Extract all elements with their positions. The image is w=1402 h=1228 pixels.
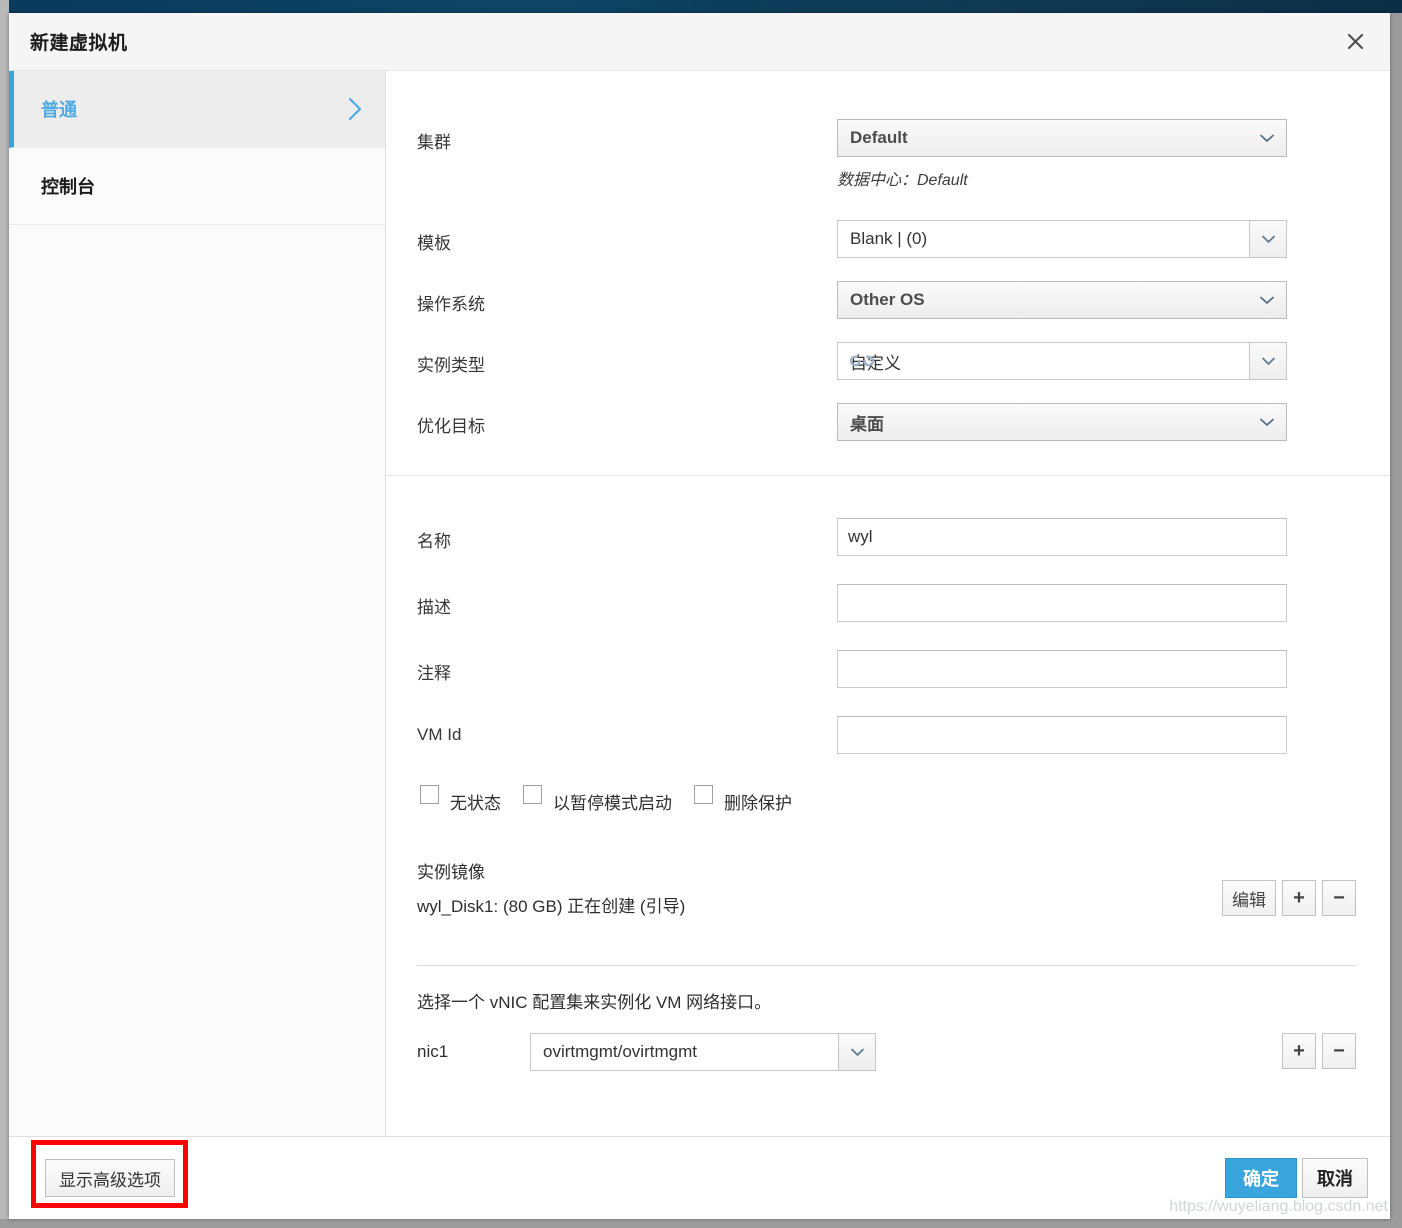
- checkbox-stateless-box[interactable]: [420, 785, 439, 804]
- field-instance-type: 实例类型 自定义: [417, 342, 1356, 380]
- remove-nic-button[interactable]: −: [1322, 1033, 1356, 1069]
- operating-system-select-value: Other OS: [850, 290, 925, 309]
- sidebar-item-general-label: 普通: [41, 100, 77, 120]
- instance-images-disk: wyl_Disk1: (80 GB) 正在创建 (引导): [417, 897, 686, 916]
- name-label: 名称: [417, 532, 451, 551]
- cancel-button[interactable]: 取消: [1302, 1158, 1368, 1198]
- dialog-header: 新建虚拟机: [9, 13, 1390, 71]
- sidebar: 普通 控制台: [9, 71, 386, 1136]
- field-cluster: 集群 Default 数据中心：Default: [417, 119, 1356, 190]
- dialog-footer: 显示高级选项 确定 取消: [9, 1137, 1390, 1219]
- footer-actions: 确定 取消: [1225, 1158, 1368, 1198]
- form-section-identity: 名称 描述 注释: [386, 475, 1390, 1071]
- chevron-down-icon: [838, 1034, 875, 1070]
- chevron-down-icon: [1249, 343, 1286, 379]
- field-vm-id: VM Id: [417, 716, 1356, 754]
- field-comment: 注释: [417, 650, 1356, 688]
- instance-images-block: 实例镜像 wyl_Disk1: (80 GB) 正在创建 (引导) 编辑 + −: [417, 858, 1356, 917]
- checkbox-stateless[interactable]: 无状态: [420, 785, 501, 814]
- background-bottom-edge: [0, 1219, 1402, 1228]
- instance-type-label: 实例类型: [417, 356, 485, 375]
- cluster-datacenter-hint: 数据中心：Default: [837, 172, 968, 189]
- instance-type-select-value: 自定义: [838, 343, 1249, 379]
- field-optimized-for: 优化目标 桌面: [417, 403, 1356, 441]
- nic-row: nic1 ovirtmgmt/ovirtmgmt + −: [417, 1033, 1356, 1071]
- add-disk-button[interactable]: +: [1282, 880, 1316, 916]
- chevron-down-icon: [1260, 128, 1274, 148]
- close-icon[interactable]: [1342, 29, 1368, 55]
- new-vm-dialog: 新建虚拟机 普通 控制台 集群 Default 数据中心：Default 模板 …: [9, 13, 1390, 1219]
- page-title: 新建虚拟机: [30, 33, 128, 54]
- form-content: 集群 Default 数据中心：Default 模板 Blank | (0) 操…: [386, 71, 1390, 1136]
- cluster-select[interactable]: Default: [837, 119, 1287, 157]
- sidebar-item-general[interactable]: 普通: [9, 71, 385, 148]
- optimized-for-select-value: 桌面: [850, 414, 884, 434]
- nic-profile-select[interactable]: ovirtmgmt/ovirtmgmt: [530, 1033, 876, 1071]
- field-operating-system: 操作系统 Other OS: [417, 281, 1356, 319]
- template-label: 模板: [417, 234, 451, 253]
- checkbox-delete-protection-label: 删除保护: [724, 794, 792, 813]
- ok-button[interactable]: 确定: [1225, 1158, 1297, 1198]
- description-input[interactable]: [837, 584, 1287, 622]
- nic-name-label: nic1: [417, 1042, 449, 1061]
- sidebar-item-console-label: 控制台: [41, 177, 95, 197]
- background-right-scroll-edge: [1390, 13, 1402, 1228]
- checkbox-start-paused[interactable]: 以暂停模式启动: [523, 785, 672, 814]
- comment-input[interactable]: [837, 650, 1287, 688]
- instance-images-actions: 编辑 + −: [1222, 880, 1356, 916]
- background-top-bar: [0, 0, 1402, 13]
- field-description: 描述: [417, 584, 1356, 622]
- vm-id-label: VM Id: [417, 725, 462, 744]
- instance-images-heading: 实例镜像: [417, 863, 485, 882]
- operating-system-label: 操作系统: [417, 295, 485, 314]
- nic-profile-select-value: ovirtmgmt/ovirtmgmt: [531, 1034, 838, 1070]
- vm-options-checkbox-row: 无状态 以暂停模式启动 删除保护: [417, 785, 1356, 814]
- template-select[interactable]: Blank | (0): [837, 220, 1287, 258]
- nic-note: 选择一个 vNIC 配置集来实例化 VM 网络接口。: [417, 993, 772, 1012]
- optimized-for-select[interactable]: 桌面: [837, 403, 1287, 441]
- checkbox-start-paused-label: 以暂停模式启动: [553, 794, 672, 813]
- optimized-for-label: 优化目标: [417, 417, 485, 436]
- form-section-basics: 集群 Default 数据中心：Default 模板 Blank | (0) 操…: [386, 71, 1390, 475]
- sidebar-item-console[interactable]: 控制台: [9, 148, 385, 225]
- name-input[interactable]: [837, 518, 1287, 556]
- cluster-select-value: Default: [850, 128, 908, 147]
- operating-system-select[interactable]: Other OS: [837, 281, 1287, 319]
- chevron-down-icon: [1260, 412, 1274, 432]
- show-advanced-options-button[interactable]: 显示高级选项: [45, 1159, 175, 1197]
- checkbox-stateless-label: 无状态: [450, 794, 501, 813]
- template-select-value: Blank | (0): [838, 221, 1249, 257]
- description-label: 描述: [417, 598, 451, 617]
- background-left-edge: [0, 0, 9, 1228]
- section-divider: [417, 965, 1356, 966]
- field-template: 模板 Blank | (0): [417, 220, 1356, 258]
- checkbox-delete-protection-box[interactable]: [694, 785, 713, 804]
- checkbox-start-paused-box[interactable]: [523, 785, 542, 804]
- dialog-body: 普通 控制台 集群 Default 数据中心：Default 模板 Blank …: [9, 71, 1390, 1137]
- broken-chain-icon: [849, 351, 875, 371]
- checkbox-delete-protection[interactable]: 删除保护: [694, 785, 792, 814]
- vm-id-input[interactable]: [837, 716, 1287, 754]
- remove-disk-button[interactable]: −: [1322, 880, 1356, 916]
- comment-label: 注释: [417, 664, 451, 683]
- nic-actions: + −: [1282, 1033, 1356, 1069]
- field-name: 名称: [417, 518, 1356, 556]
- chevron-down-icon: [1260, 290, 1274, 310]
- cluster-label: 集群: [417, 133, 451, 152]
- chevron-down-icon: [1249, 221, 1286, 257]
- edit-disk-button[interactable]: 编辑: [1222, 880, 1276, 916]
- add-nic-button[interactable]: +: [1282, 1033, 1316, 1069]
- chevron-right-icon: [348, 97, 363, 121]
- instance-type-select[interactable]: 自定义: [837, 342, 1287, 380]
